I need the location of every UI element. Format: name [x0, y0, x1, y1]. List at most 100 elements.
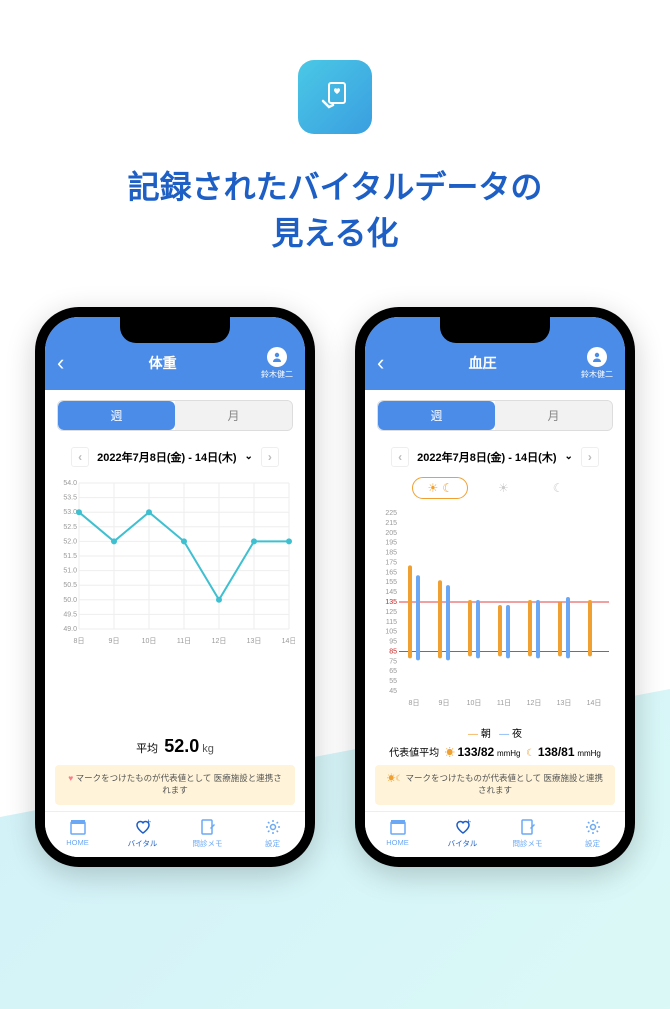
- user-menu[interactable]: 鈴木健二: [261, 347, 293, 380]
- svg-text:11日: 11日: [177, 637, 191, 645]
- svg-text:8日: 8日: [409, 699, 420, 707]
- nav-home[interactable]: HOME: [365, 812, 430, 857]
- nav-settings[interactable]: 設定: [240, 812, 305, 857]
- svg-text:53.0: 53.0: [63, 509, 77, 516]
- nav-settings[interactable]: 設定: [560, 812, 625, 857]
- sun-icon: ☀: [498, 481, 509, 495]
- banner-text: マークをつけたものが代表値として 医療施設と連携されます: [405, 773, 603, 795]
- toggle-night[interactable]: ☾: [539, 477, 578, 499]
- prev-button[interactable]: ‹: [71, 447, 89, 467]
- avg-label: 平均: [136, 743, 158, 755]
- phone-bp: ‹ 血圧 鈴木健二 週 月 ‹ 2022年7月8日(金) - 14日(木) ⌄ …: [355, 307, 635, 867]
- svg-text:49.0: 49.0: [63, 626, 77, 633]
- unit: mmHg: [577, 749, 601, 758]
- svg-text:155: 155: [385, 579, 397, 586]
- night-avg-val: 138/81: [538, 745, 575, 759]
- headline-line1: 記録されたバイタルデータの: [128, 169, 543, 205]
- heart-icon: ♥: [68, 773, 73, 783]
- app-icon: [298, 60, 372, 134]
- svg-text:185: 185: [385, 549, 397, 556]
- user-menu[interactable]: 鈴木健二: [581, 347, 613, 380]
- dropdown-icon[interactable]: ⌄: [564, 451, 572, 462]
- notch: [440, 317, 550, 343]
- back-button[interactable]: ‹: [57, 350, 64, 376]
- daynight-toggle: ☀☾ ☀ ☾: [377, 477, 613, 499]
- svg-text:10日: 10日: [142, 637, 157, 645]
- dropdown-icon[interactable]: ⌄: [244, 451, 252, 462]
- sun-icon: ☀: [445, 748, 455, 759]
- date-range-label[interactable]: 2022年7月8日(金) - 14日(木): [417, 449, 556, 465]
- screen-title: 体重: [149, 353, 177, 373]
- nav-memo[interactable]: 問診メモ: [495, 812, 560, 857]
- svg-text:14日: 14日: [587, 699, 602, 707]
- sunmoon-icon: ☀☾: [387, 773, 403, 783]
- svg-text:+: +: [146, 818, 151, 827]
- nav-memo[interactable]: 問診メモ: [175, 812, 240, 857]
- svg-text:85: 85: [389, 648, 397, 655]
- svg-text:53.5: 53.5: [63, 494, 77, 501]
- back-button[interactable]: ‹: [377, 350, 384, 376]
- screen-title: 血圧: [469, 353, 497, 373]
- moon-icon: ☾: [442, 481, 453, 495]
- date-range-label[interactable]: 2022年7月8日(金) - 14日(木): [97, 449, 236, 465]
- info-banner: ♥ マークをつけたものが代表値として 医療施設と連携されます: [55, 765, 295, 805]
- average-row: 平均 52.0 kg: [45, 728, 305, 765]
- info-banner: ☀☾ マークをつけたものが代表値として 医療施設と連携されます: [375, 765, 615, 805]
- svg-text:215: 215: [385, 520, 397, 527]
- svg-text:195: 195: [385, 539, 397, 546]
- bp-legend: — 朝 — 夜: [365, 721, 625, 742]
- moon-icon: ☾: [553, 481, 564, 495]
- svg-text:165: 165: [385, 569, 397, 576]
- legend-morning-label: 朝: [481, 729, 491, 740]
- svg-text:54.0: 54.0: [63, 480, 77, 487]
- banner-text: マークをつけたものが代表値として 医療施設と連携されます: [76, 773, 282, 795]
- user-icon: [267, 347, 287, 367]
- segment-month[interactable]: 月: [495, 401, 612, 430]
- prev-button[interactable]: ‹: [391, 447, 409, 467]
- svg-text:51.0: 51.0: [63, 567, 77, 574]
- toggle-both[interactable]: ☀☾: [412, 477, 468, 499]
- bp-avg-label: 代表値平均: [389, 748, 439, 759]
- svg-text:13日: 13日: [247, 637, 262, 645]
- segment-week[interactable]: 週: [58, 401, 175, 430]
- nav-home[interactable]: HOME: [45, 812, 110, 857]
- date-navigator: ‹ 2022年7月8日(金) - 14日(木) ⌄ ›: [365, 441, 625, 473]
- svg-text:105: 105: [385, 628, 397, 635]
- svg-text:115: 115: [386, 619, 397, 626]
- next-button[interactable]: ›: [581, 447, 599, 467]
- legend-morning-dash: —: [468, 729, 478, 740]
- avg-value: 52.0: [164, 736, 199, 756]
- notch: [120, 317, 230, 343]
- svg-text:55: 55: [389, 678, 397, 685]
- svg-text:145: 145: [385, 589, 397, 596]
- svg-text:14日: 14日: [282, 637, 295, 645]
- period-segment: 週 月: [57, 400, 293, 431]
- user-name: 鈴木健二: [261, 369, 293, 380]
- nav-vital[interactable]: +バイタル: [430, 812, 495, 857]
- legend-night-label: 夜: [512, 729, 522, 740]
- svg-text:13日: 13日: [557, 699, 572, 707]
- svg-text:+: +: [466, 818, 471, 827]
- svg-text:51.5: 51.5: [63, 553, 77, 560]
- bp-avg-row: 代表値平均 ☀ 133/82 mmHg ☾ 138/81 mmHg: [365, 742, 625, 765]
- segment-month[interactable]: 月: [175, 401, 292, 430]
- svg-text:9日: 9日: [439, 699, 450, 707]
- nav-vital[interactable]: +バイタル: [110, 812, 175, 857]
- user-icon: [587, 347, 607, 367]
- next-button[interactable]: ›: [261, 447, 279, 467]
- svg-text:10日: 10日: [467, 699, 482, 707]
- headline: 記録されたバイタルデータの 見える化: [0, 164, 670, 257]
- svg-text:135: 135: [385, 599, 397, 606]
- svg-text:52.5: 52.5: [63, 524, 77, 531]
- svg-text:95: 95: [389, 638, 397, 645]
- user-name: 鈴木健二: [581, 369, 613, 380]
- svg-text:11日: 11日: [497, 699, 511, 707]
- svg-text:50.5: 50.5: [63, 582, 77, 589]
- toggle-morning[interactable]: ☀: [484, 477, 523, 499]
- bottom-nav: HOME +バイタル 問診メモ 設定: [45, 811, 305, 857]
- svg-text:12日: 12日: [527, 699, 542, 707]
- svg-text:49.5: 49.5: [63, 611, 77, 618]
- morning-avg-val: 133/82: [457, 745, 494, 759]
- segment-week[interactable]: 週: [378, 401, 495, 430]
- headline-line2: 見える化: [271, 215, 398, 251]
